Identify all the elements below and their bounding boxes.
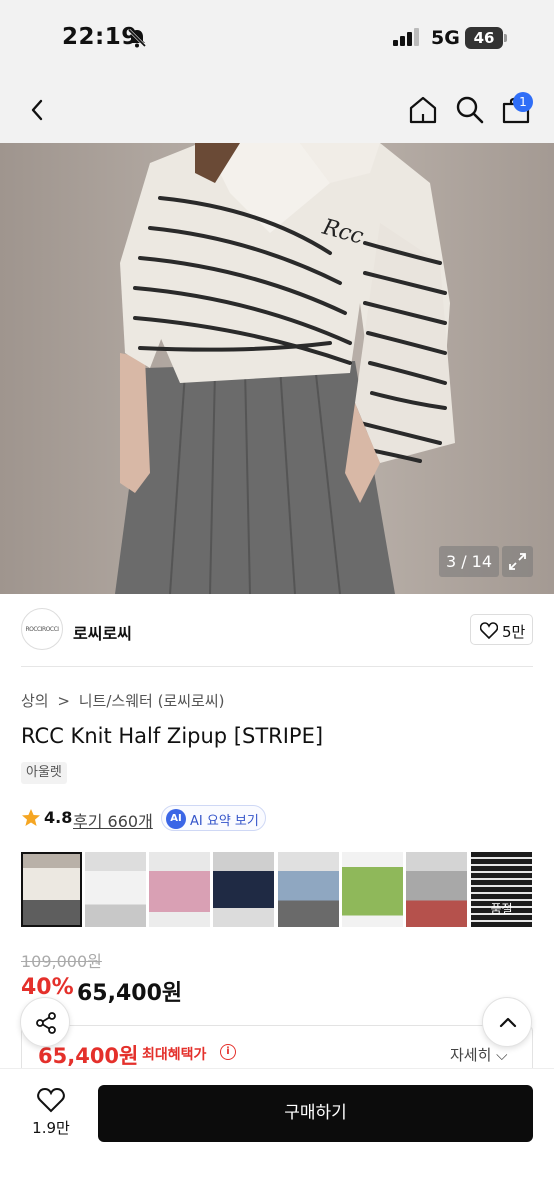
search-icon[interactable] [454, 94, 486, 126]
brand-like-count: 5만 [502, 623, 526, 641]
original-price: 109,000원 [21, 952, 102, 971]
bottom-action-bar: 1.9만 구매하기 [0, 1068, 554, 1200]
product-title: RCC Knit Half Zipup [STRIPE] [21, 724, 324, 748]
sold-out-label: 품절 [490, 902, 513, 916]
color-thumb-blue[interactable] [278, 852, 339, 927]
status-bar: 22:19 5G 46 [0, 0, 554, 78]
ai-summary-button[interactable]: AI AI 요약 보기 [161, 805, 266, 831]
rating-row: 4.8 후기 660개 AI AI 요약 보기 [21, 805, 533, 831]
gallery-counter: 3 / 14 [439, 546, 499, 577]
expand-icon[interactable] [502, 546, 533, 577]
color-thumb-black-stripe[interactable]: 품절 [471, 852, 532, 927]
scroll-to-top-button[interactable] [482, 997, 532, 1047]
back-arrow-icon[interactable] [24, 96, 52, 124]
color-thumb-white[interactable] [85, 852, 146, 927]
chevron-up-icon [499, 1017, 517, 1028]
network-type: 5G [431, 27, 460, 49]
color-thumb-pink[interactable] [149, 852, 210, 927]
breadcrumb: 상의 > 니트/스웨터 (로씨로씨) [21, 690, 228, 711]
divider [21, 666, 533, 667]
benefit-detail-toggle[interactable]: 자세히 ⌵ [450, 1044, 508, 1065]
wishlist-count: 1.9만 [32, 1119, 70, 1137]
color-thumb-navy[interactable] [213, 852, 274, 927]
product-photo-illustration: Rcc [115, 143, 455, 594]
battery-icon: 46 [465, 27, 503, 49]
share-icon [36, 1012, 56, 1034]
color-thumb-stripe[interactable] [21, 852, 82, 927]
heart-icon [480, 622, 498, 639]
share-button[interactable] [20, 997, 70, 1047]
battery-cap [504, 34, 507, 42]
color-thumb-grey[interactable] [406, 852, 467, 927]
info-icon[interactable]: i [220, 1044, 236, 1060]
sale-price: 65,400원 [77, 981, 183, 1006]
breadcrumb-category[interactable]: 상의 [21, 692, 49, 710]
max-benefit-label: 최대혜택가 [142, 1047, 207, 1063]
home-icon[interactable] [407, 94, 439, 126]
color-option-thumbnails: 품절 [21, 852, 533, 927]
breadcrumb-separator: > [57, 692, 70, 710]
cellular-signal-icon [393, 28, 419, 46]
ai-badge-icon: AI [166, 809, 186, 829]
product-main-image[interactable]: Rcc › [0, 143, 554, 594]
brand-name[interactable]: 로씨로씨 [73, 620, 132, 644]
wishlist-button[interactable]: 1.9만 [28, 1087, 74, 1143]
brand-like-button[interactable]: 5만 [470, 614, 533, 645]
rating-score: 4.8 [44, 808, 73, 827]
star-icon [22, 809, 40, 826]
outlet-tag: 아울렛 [21, 762, 67, 784]
review-count-link[interactable]: 후기 660개 [73, 808, 153, 832]
heart-icon [37, 1087, 65, 1113]
bell-muted-icon [127, 28, 147, 48]
ai-summary-label: AI 요약 보기 [190, 814, 259, 829]
color-thumb-green[interactable] [342, 852, 403, 927]
cart-count-badge: 1 [513, 92, 533, 112]
buy-button[interactable]: 구매하기 [98, 1085, 533, 1142]
top-navbar [0, 78, 554, 143]
breadcrumb-subcategory[interactable]: 니트/스웨터 (로씨로씨) [79, 692, 225, 710]
brand-logo[interactable]: ROCCIROCCI [21, 608, 63, 650]
